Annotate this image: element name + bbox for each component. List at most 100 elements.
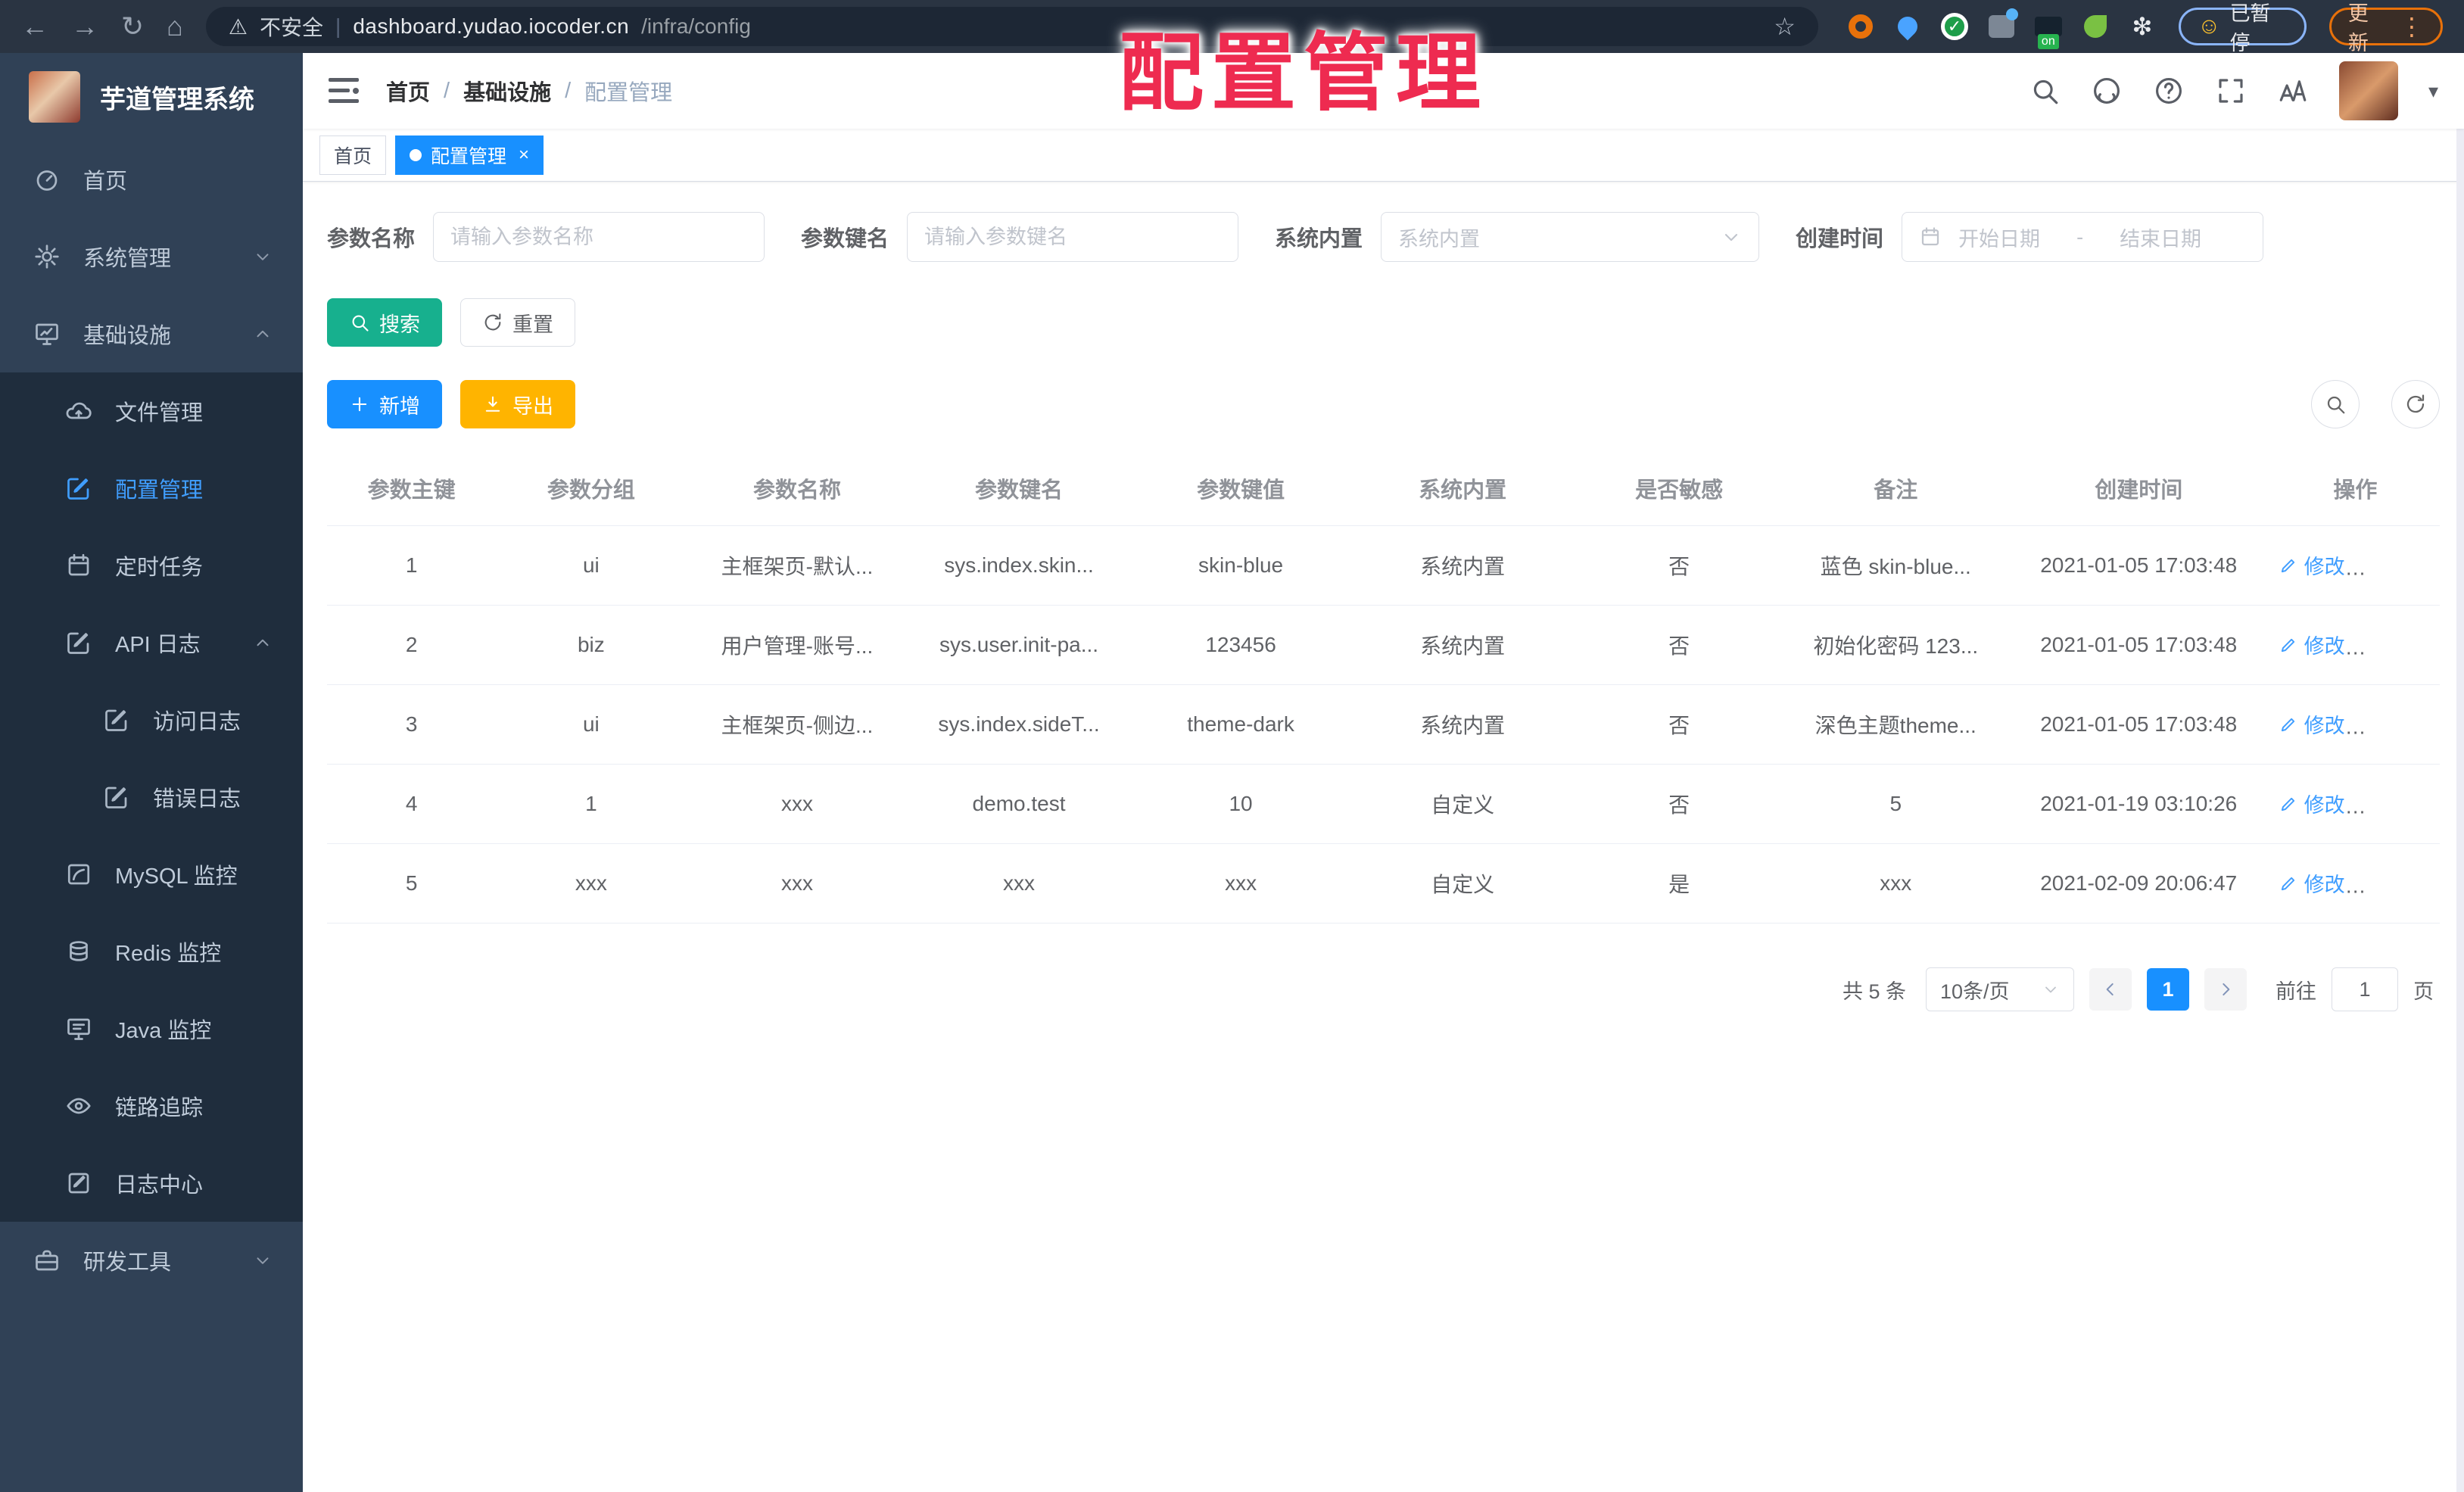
address-bar[interactable]: ⚠ 不安全 | dashboard.yudao.iocoder.cn /infr… bbox=[205, 7, 1818, 46]
row-actions-cell: 修改 删除 bbox=[2270, 605, 2440, 685]
sidebar-item-错误日志[interactable]: 错误日志 bbox=[0, 758, 303, 836]
sidebar-item-MySQL-监控[interactable]: MySQL 监控 bbox=[0, 836, 303, 913]
delete-row-link[interactable]: 删除 bbox=[2366, 709, 2433, 739]
sidebar-menu: 首页 系统管理基础设施文件管理配置管理定时任务 API 日志 访问日志 错误日志 MySQ… bbox=[0, 141, 303, 1299]
gear-icon bbox=[33, 243, 61, 270]
profile-paused-chip[interactable]: ☺ 已暂停 bbox=[2178, 2, 2307, 55]
toggle-search-tool-button[interactable] bbox=[2311, 380, 2360, 428]
delete-row-link[interactable]: 删除 bbox=[2366, 789, 2433, 818]
user-menu-caret-icon[interactable]: ▾ bbox=[2428, 79, 2438, 103]
sidebar-item-基础设施[interactable]: 基础设施 bbox=[0, 295, 303, 372]
sidebar-item-label: 配置管理 bbox=[115, 478, 204, 503]
breadcrumb-infra[interactable]: 基础设施 bbox=[463, 75, 551, 107]
browser-back-icon[interactable]: ← bbox=[21, 13, 48, 40]
table-cell: theme-dark bbox=[1129, 684, 1352, 765]
table-cell: 初始化密码 123... bbox=[1784, 605, 2007, 685]
sidebar-item-系统管理[interactable]: 系统管理 bbox=[0, 218, 303, 295]
table-row: 4 1 xxx demo.test 10 自定义否 5 2021-01-19 03:10:26… bbox=[327, 764, 2440, 844]
refresh-table-button[interactable] bbox=[2391, 380, 2440, 428]
table-cell: 系统内置 bbox=[1351, 684, 1574, 765]
extension-blue-pin-icon[interactable] bbox=[1893, 12, 1922, 41]
app-logo-row[interactable]: 芋道管理系统 bbox=[0, 53, 303, 141]
edit-row-link[interactable]: 修改 bbox=[2279, 868, 2345, 898]
table-cell: 2021-01-05 17:03:48 bbox=[2006, 525, 2271, 606]
sidebar-item-文件管理[interactable]: 文件管理 bbox=[0, 372, 303, 450]
sidebar-item-定时任务[interactable]: 定时任务 bbox=[0, 527, 303, 604]
delete-row-link[interactable]: 删除 bbox=[2366, 868, 2433, 898]
sidebar-item-首页[interactable]: 首页 bbox=[0, 141, 303, 218]
user-avatar[interactable] bbox=[2338, 61, 2398, 120]
browser-reload-icon[interactable]: ↻ bbox=[121, 13, 144, 40]
edit-icon bbox=[65, 475, 92, 502]
table-cell: 系统内置 bbox=[1351, 525, 1574, 606]
collapse-sidebar-icon[interactable] bbox=[329, 78, 359, 104]
delete-row-link[interactable]: 删除 bbox=[2366, 550, 2433, 580]
param-name-input[interactable] bbox=[433, 212, 765, 262]
table-cell: 系统内置 bbox=[1351, 605, 1574, 685]
table-cell: 4 bbox=[327, 764, 497, 844]
export-button[interactable]: 导出 bbox=[460, 380, 575, 428]
next-page-button[interactable] bbox=[2204, 968, 2247, 1011]
table-cell: 2021-01-19 03:10:26 bbox=[2006, 764, 2271, 844]
browser-update-button[interactable]: 更新 ⋮ bbox=[2328, 2, 2443, 55]
browser-forward-icon[interactable]: → bbox=[71, 13, 98, 40]
column-header: 操作 bbox=[2270, 451, 2440, 526]
fullscreen-icon[interactable] bbox=[2215, 75, 2247, 107]
breadcrumb-home[interactable]: 首页 bbox=[386, 75, 430, 107]
table-cell: sys.index.skin... bbox=[908, 525, 1130, 606]
github-icon[interactable] bbox=[2091, 75, 2123, 107]
edit-row-link[interactable]: 修改 bbox=[2279, 550, 2345, 580]
sidebar-item-链路追踪[interactable]: 链路追踪 bbox=[0, 1067, 303, 1145]
timer-icon bbox=[65, 552, 92, 579]
help-icon[interactable] bbox=[2153, 75, 2185, 107]
edit-row-link[interactable]: 修改 bbox=[2279, 630, 2345, 659]
refresh-icon bbox=[2404, 393, 2427, 416]
sidebar-item-研发工具[interactable]: 研发工具 bbox=[0, 1222, 303, 1299]
sidebar-item-label: 基础设施 bbox=[83, 324, 172, 348]
extension-orange-ring-icon[interactable] bbox=[1847, 13, 1874, 40]
doc-icon bbox=[103, 783, 130, 811]
close-tab-icon[interactable]: × bbox=[519, 145, 529, 166]
page-size-select[interactable]: 10条/页 bbox=[1926, 967, 2074, 1011]
browser-home-icon[interactable]: ⌂ bbox=[167, 13, 183, 40]
reset-button[interactable]: 重置 bbox=[460, 298, 575, 347]
url-host: dashboard.yudao.iocoder.cn bbox=[353, 14, 630, 38]
sidebar-item-Redis-监控[interactable]: Redis 监控 bbox=[0, 913, 303, 990]
row-actions-cell: 修改 删除 bbox=[2270, 525, 2440, 606]
sidebar-item-Java-监控[interactable]: Java 监控 bbox=[0, 990, 303, 1067]
extension-green-check-icon[interactable]: ✓ bbox=[1940, 13, 1968, 40]
search-button[interactable]: 搜索 bbox=[327, 298, 442, 347]
active-tab-dot bbox=[410, 148, 422, 161]
tab-home[interactable]: 首页 bbox=[319, 135, 387, 175]
table-cell: 否 bbox=[1573, 684, 1785, 765]
font-size-icon[interactable] bbox=[2277, 75, 2309, 107]
edit-row-link[interactable]: 修改 bbox=[2279, 789, 2345, 818]
goto-page-input[interactable] bbox=[2332, 967, 2398, 1011]
sidebar-item-label: 研发工具 bbox=[83, 1251, 172, 1275]
edit-row-link[interactable]: 修改 bbox=[2279, 709, 2345, 739]
table-cell: xxx bbox=[686, 843, 908, 924]
extension-gray-grid-icon[interactable] bbox=[1988, 13, 2015, 40]
bookmark-star-icon[interactable]: ☆ bbox=[1774, 12, 1796, 41]
header-search-icon[interactable] bbox=[2029, 75, 2061, 107]
delete-row-link[interactable]: 删除 bbox=[2366, 630, 2433, 659]
system-builtin-select[interactable]: 系统内置 bbox=[1381, 212, 1760, 262]
create-time-range-picker[interactable]: 开始日期 - 结束日期 bbox=[1902, 212, 2264, 262]
system-builtin-label: 系统内置 bbox=[1275, 227, 1363, 251]
param-key-input[interactable] bbox=[907, 212, 1239, 262]
extension-leaf-icon[interactable] bbox=[2082, 13, 2109, 40]
sidebar-item-日志中心[interactable]: 日志中心 bbox=[0, 1145, 303, 1222]
sidebar-item-访问日志[interactable]: 访问日志 bbox=[0, 681, 303, 758]
extensions-puzzle-icon[interactable]: ❇ bbox=[2129, 13, 2156, 40]
add-button[interactable]: 新增 bbox=[327, 380, 442, 428]
create-time-label: 创建时间 bbox=[1796, 227, 1884, 251]
browser-menu-kebab-icon[interactable]: ⋮ bbox=[2400, 12, 2424, 41]
tab-config-active[interactable]: 配置管理 × bbox=[395, 135, 544, 175]
table-cell: 2021-02-09 20:06:47 bbox=[2006, 843, 2271, 924]
prev-page-button[interactable] bbox=[2089, 968, 2132, 1011]
search-icon bbox=[2324, 393, 2347, 416]
sidebar-item-配置管理[interactable]: 配置管理 bbox=[0, 450, 303, 527]
current-page-button[interactable]: 1 bbox=[2147, 968, 2189, 1011]
sidebar-item-API-日志[interactable]: API 日志 bbox=[0, 604, 303, 681]
extension-on-badge-icon[interactable] bbox=[2034, 13, 2062, 40]
